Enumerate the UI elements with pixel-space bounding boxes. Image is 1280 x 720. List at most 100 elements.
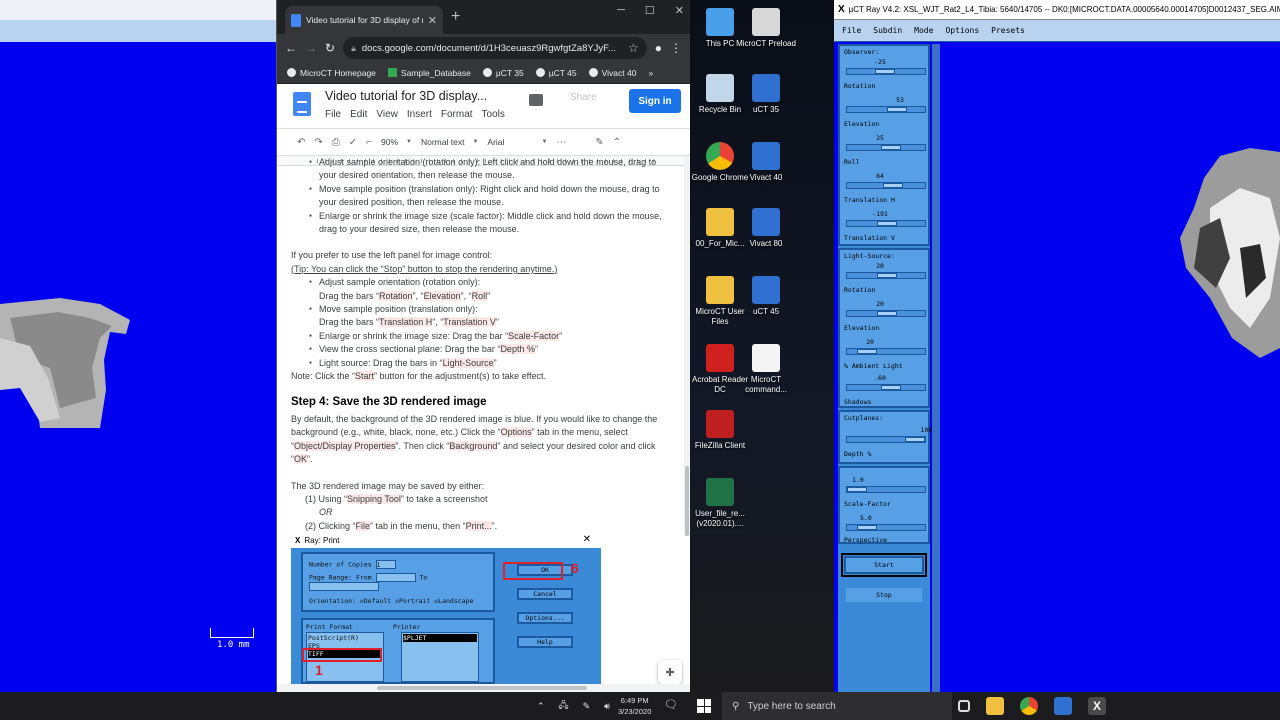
menu-edit[interactable]: Edit xyxy=(350,109,367,120)
slider-thumb[interactable] xyxy=(905,437,925,442)
light-source-slider[interactable] xyxy=(846,272,926,279)
desktop-icon-vivact40[interactable]: Vivact 40 xyxy=(736,142,796,183)
x-server-taskbar-icon[interactable]: X xyxy=(1088,697,1106,715)
document-body[interactable]: Adjust sample orientation (rotation only… xyxy=(277,156,685,536)
panel-scrollbar[interactable] xyxy=(932,44,940,692)
scale-factor-slider[interactable] xyxy=(846,486,926,493)
desktop-icon-uct45[interactable]: uCT 45 xyxy=(736,276,796,317)
close-tab-icon[interactable]: ✕ xyxy=(428,14,437,27)
reload-icon[interactable]: ↻ xyxy=(325,41,335,55)
uct-menu-file[interactable]: File xyxy=(842,26,861,35)
new-tab-icon[interactable]: + xyxy=(451,8,460,26)
paint-format-icon[interactable]: ⌐ xyxy=(366,137,372,148)
ambient-light-slider[interactable] xyxy=(846,384,926,391)
slider-thumb[interactable] xyxy=(875,69,895,74)
light-elevation-slider[interactable] xyxy=(846,348,926,355)
elevation-slider[interactable] xyxy=(846,144,926,151)
bookmark-microct-homepage[interactable]: MicroCT Homepage xyxy=(287,68,376,78)
slider-thumb[interactable] xyxy=(877,311,897,316)
menu-tools[interactable]: Tools xyxy=(482,109,505,120)
slider-thumb[interactable] xyxy=(857,525,877,530)
browser-tab[interactable]: Video tutorial for 3D display of m ✕ xyxy=(285,6,443,34)
document-title[interactable]: Video tutorial for 3D display... xyxy=(325,89,487,103)
explore-icon[interactable]: ✚ xyxy=(658,660,682,684)
more-icon[interactable]: ⋯ xyxy=(556,137,566,148)
comment-icon[interactable] xyxy=(529,94,543,106)
depth-slider[interactable] xyxy=(846,436,926,443)
desktop-icon-vivact80[interactable]: Vivact 80 xyxy=(736,208,796,249)
notification-icon[interactable]: 🗨︎ xyxy=(664,698,678,711)
print-icon[interactable]: ⎙ xyxy=(332,137,340,148)
sign-in-button[interactable]: Sign in xyxy=(629,89,681,113)
menu-format[interactable]: Format xyxy=(441,109,473,120)
horizontal-scrollbar[interactable] xyxy=(277,684,691,692)
bookmark-uct45[interactable]: µCT 45 xyxy=(535,68,577,78)
close-window-icon[interactable]: ✕ xyxy=(675,4,684,17)
roll-slider[interactable] xyxy=(846,182,926,189)
network-icon[interactable]: 🖧︎ xyxy=(559,698,569,714)
slider-thumb[interactable] xyxy=(877,221,897,226)
uct-menu-presets[interactable]: Presets xyxy=(991,26,1025,35)
desktop-icon-microct-command[interactable]: MicroCT command... xyxy=(736,344,796,395)
slider-thumb[interactable] xyxy=(881,385,901,390)
uct-menu-mode[interactable]: Mode xyxy=(914,26,933,35)
bookmark-vivact40[interactable]: Vivact 40 xyxy=(588,68,636,78)
slider-thumb[interactable] xyxy=(877,273,897,278)
forward-icon[interactable]: → xyxy=(305,41,317,55)
observer-slider[interactable] xyxy=(846,68,926,75)
start-button[interactable]: Start xyxy=(841,553,927,577)
translation-h-slider[interactable] xyxy=(846,220,926,227)
desktop-icon-user-file-excel[interactable]: User_file_re... (v2020.01).... xyxy=(690,478,750,529)
slider-thumb[interactable] xyxy=(881,145,901,150)
slider-thumb[interactable] xyxy=(847,487,867,492)
stop-button[interactable]: Stop xyxy=(844,586,924,604)
slider-thumb[interactable] xyxy=(887,107,907,112)
edit-mode-icon[interactable]: ✎ xyxy=(595,137,603,148)
desktop-icon-filezilla[interactable]: FileZilla Client xyxy=(690,410,750,451)
omnibox[interactable]: 🔒︎ docs.google.com/document/d/1H3ceuasz9… xyxy=(343,37,647,59)
back-icon[interactable]: ← xyxy=(285,41,297,55)
chrome-menu-icon[interactable]: ⋮ xyxy=(670,41,682,55)
maximize-icon[interactable]: ☐ xyxy=(645,4,655,17)
menu-view[interactable]: View xyxy=(376,109,398,120)
bookmark-uct35[interactable]: µCT 35 xyxy=(482,68,524,78)
close-icon: ✕ xyxy=(582,534,591,545)
font-select[interactable]: Arial ▼ xyxy=(487,137,547,147)
share-button[interactable]: Share xyxy=(570,92,597,103)
undo-icon[interactable]: ↶ xyxy=(297,137,305,148)
collapse-icon[interactable]: ⌃ xyxy=(613,137,621,148)
slider-thumb[interactable] xyxy=(883,183,903,188)
uct-menu-subdin[interactable]: Subdin xyxy=(873,26,902,35)
bookmarks-overflow-icon[interactable]: » xyxy=(648,68,653,78)
rotation-slider[interactable] xyxy=(846,106,926,113)
terminal-taskbar-icon[interactable] xyxy=(1054,697,1072,715)
taskbar-clock[interactable]: 6:49 PM 3/23/2020 xyxy=(618,695,651,717)
uct-menu-options[interactable]: Options xyxy=(945,26,979,35)
desktop-icon-uct35[interactable]: uCT 35 xyxy=(736,74,796,115)
style-select[interactable]: Normal text ▼ xyxy=(421,137,478,147)
taskbar-search[interactable]: ⚲ Type here to search xyxy=(722,692,952,720)
scroll-thumb[interactable] xyxy=(377,686,587,690)
tray-chevron-icon[interactable]: ⌃ xyxy=(537,701,545,712)
minimize-icon[interactable]: ─ xyxy=(617,4,625,17)
chrome-taskbar-icon[interactable] xyxy=(1020,697,1038,715)
task-view-icon[interactable] xyxy=(958,700,970,712)
file-explorer-icon[interactable] xyxy=(986,697,1004,715)
pen-icon[interactable]: ✎ xyxy=(583,701,591,712)
spellcheck-icon[interactable]: ✓ xyxy=(349,137,357,148)
perspective-slider[interactable] xyxy=(846,524,926,531)
light-rotation-slider[interactable] xyxy=(846,310,926,317)
bookmark-sample-database[interactable]: Sample_Database xyxy=(387,68,471,78)
desktop-icon-microct-preload[interactable]: MicroCT Preload xyxy=(736,8,796,49)
volume-icon[interactable]: 🔊︎ xyxy=(604,701,610,712)
windows-start-icon[interactable] xyxy=(697,699,711,713)
profile-icon[interactable]: ● xyxy=(655,41,662,55)
menu-insert[interactable]: Insert xyxy=(407,109,432,120)
docs-logo-icon[interactable] xyxy=(293,92,311,116)
slider-thumb[interactable] xyxy=(857,349,877,354)
bookmark-star-icon[interactable]: ☆ xyxy=(628,41,639,55)
menu-file[interactable]: File xyxy=(325,109,341,120)
zoom-select[interactable]: 90% ▼ xyxy=(381,137,412,147)
redo-icon[interactable]: ↷ xyxy=(314,137,322,148)
scroll-thumb[interactable] xyxy=(685,466,689,536)
